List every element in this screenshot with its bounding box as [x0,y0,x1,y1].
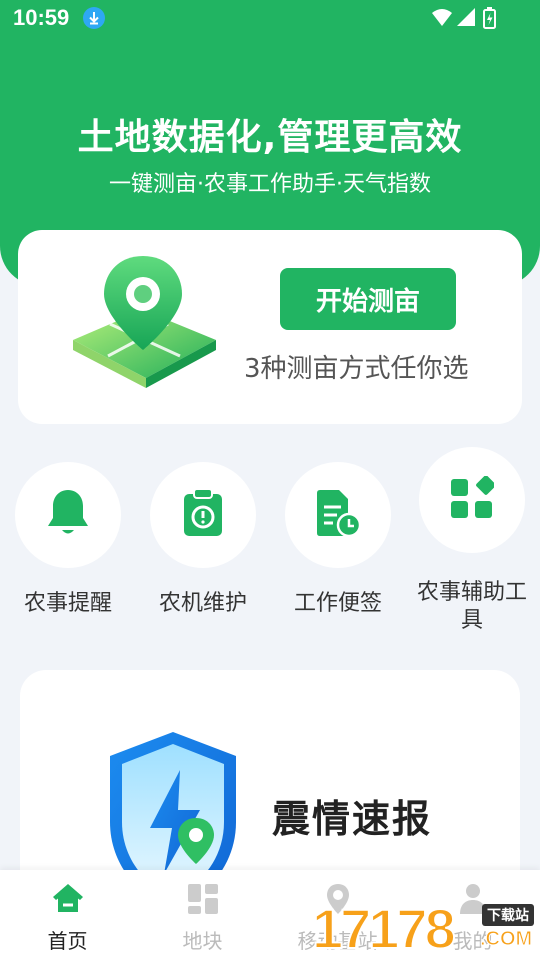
home-icon [51,882,85,918]
quick-action-farm-tools[interactable]: 农事辅助工具 [407,447,537,635]
hero-subtitle: 一键测亩·农事工作助手·天气指数 [109,172,431,197]
watermark-number: 17178 [311,897,457,960]
clipboard-timer-icon [182,488,224,542]
start-measure-button[interactable]: 开始测亩 [280,268,456,330]
quick-action-label: 农事辅助工具 [416,580,527,633]
quick-action-machine-maintenance[interactable]: 农机维护 [138,462,268,618]
quick-action-label: 工作便签 [293,591,382,616]
quick-action-farm-reminder[interactable]: 农事提醒 [3,462,133,618]
site-watermark: 17178 下载站 .COM [311,897,540,960]
nav-item-home[interactable]: 首页 [0,870,135,960]
status-bar: 10:59 [0,0,540,40]
note-clock-icon [315,489,362,541]
download-icon [83,7,105,29]
quick-action-work-notes[interactable]: 工作便签 [273,462,403,618]
watermark-suffix: .COM [479,928,533,951]
battery-charging-icon [483,7,496,29]
earthquake-report-title: 震情速报 [272,797,433,841]
quick-action-label: 农机维护 [158,591,247,616]
watermark-badge: 下载站 [482,904,534,926]
bell-icon [45,488,91,542]
nav-label: 首页 [47,929,88,953]
measure-description: 3种测亩方式任你选 [244,354,469,384]
map-location-icon [68,250,218,404]
apps-grid-icon [450,475,496,524]
status-icons [432,7,502,35]
quick-action-label: 农事提醒 [23,591,112,616]
measure-card[interactable]: 开始测亩 3种测亩方式任你选 [18,230,522,424]
nav-item-plots[interactable]: 地块 [135,870,270,960]
status-time: 10:59 [13,5,70,30]
wifi-icon [432,9,452,26]
plots-grid-icon [186,882,220,920]
nav-label: 地块 [182,929,223,953]
hero-title: 土地数据化,管理更高效 [77,117,463,158]
signal-icon [457,8,475,26]
